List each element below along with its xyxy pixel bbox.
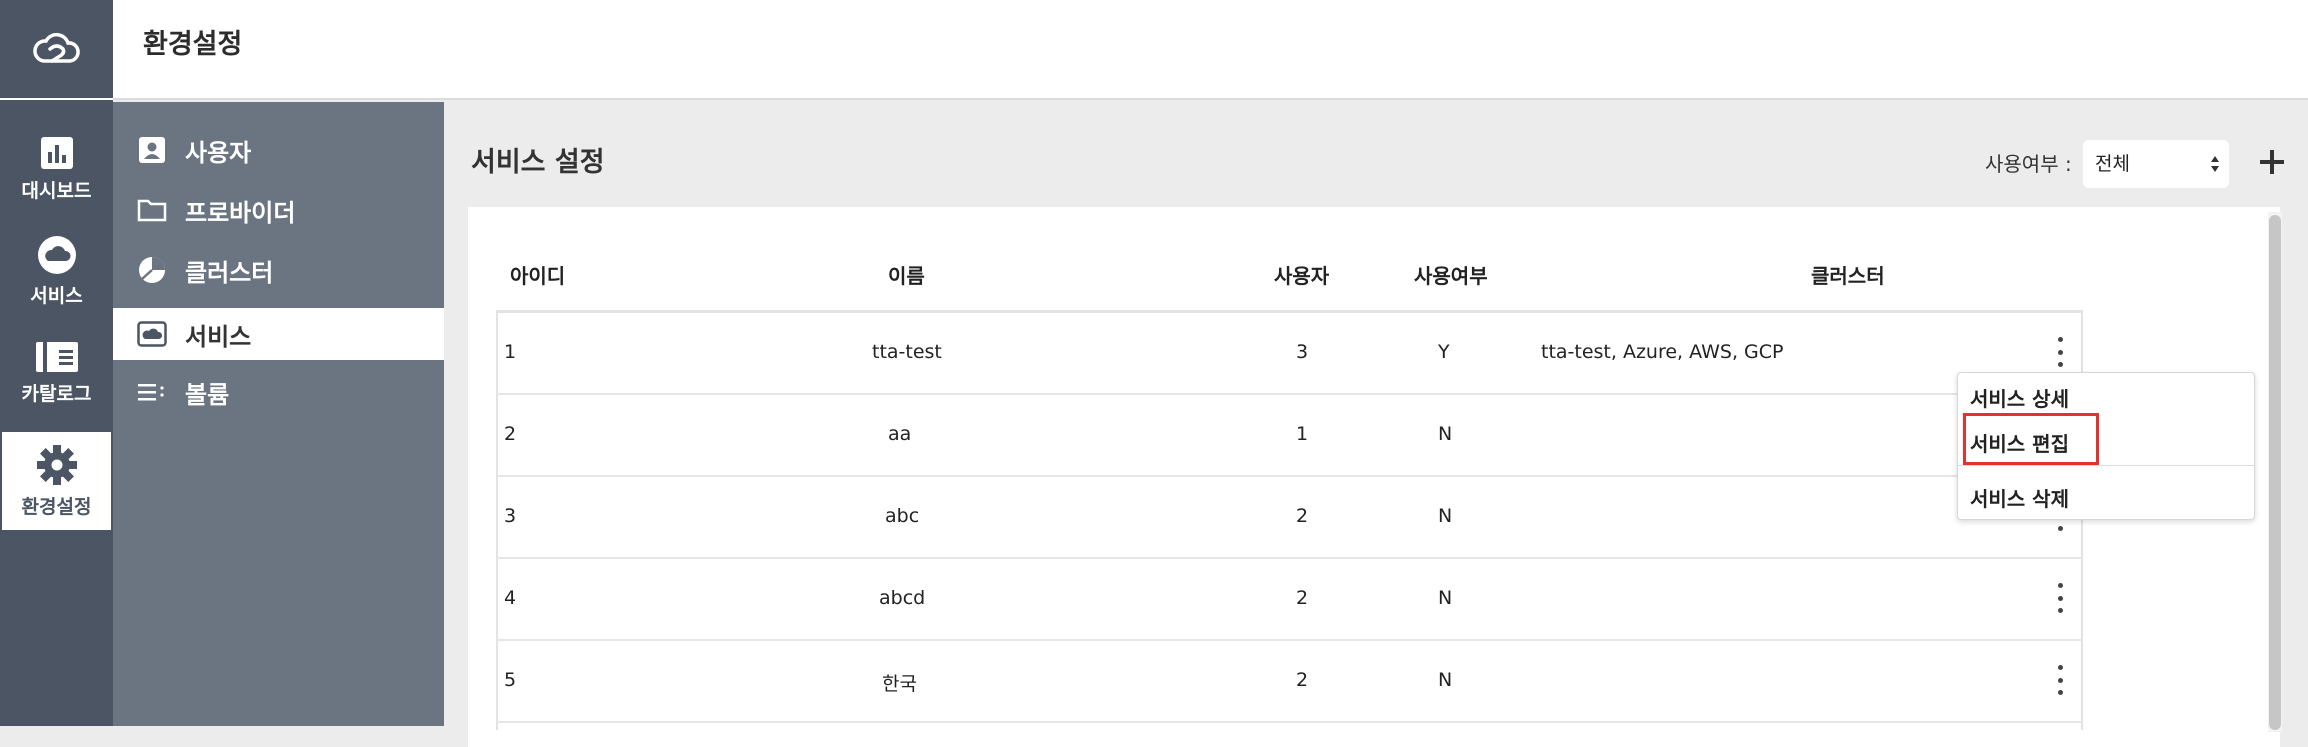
scrollbar-thumb[interactable] bbox=[2269, 215, 2281, 730]
icon-rail: 대시보드 서비스 카탈로그 환경설정 bbox=[0, 0, 113, 726]
cell-id: 5 bbox=[504, 669, 517, 691]
cell-users: 2 bbox=[1296, 587, 1309, 609]
cell-id: 3 bbox=[504, 505, 517, 527]
cloud-box-icon bbox=[137, 319, 167, 349]
cell-enabled: N bbox=[1438, 669, 1453, 691]
page-title: 서비스 설정 bbox=[471, 147, 605, 178]
column-header-cluster: 클러스터 bbox=[1811, 264, 1885, 288]
subnav-item-label: 볼륨 bbox=[185, 380, 230, 409]
subnav-item-users[interactable]: 사용자 bbox=[113, 124, 444, 176]
highlight-box bbox=[1963, 413, 2099, 465]
cell-users: 3 bbox=[1296, 341, 1309, 363]
cell-name: abc bbox=[885, 505, 920, 527]
bar-chart-icon bbox=[40, 136, 73, 169]
rail-item-service[interactable]: 서비스 bbox=[0, 222, 113, 320]
filter-label: 사용여부 : bbox=[1985, 152, 2072, 176]
subnav-item-cluster[interactable]: 클러스터 bbox=[113, 244, 444, 296]
cell-id: 4 bbox=[504, 587, 517, 609]
cell-enabled: N bbox=[1438, 587, 1453, 609]
top-header: 환경설정 bbox=[113, 0, 2308, 100]
folder-icon bbox=[137, 195, 167, 225]
subnav-item-label: 서비스 bbox=[185, 322, 252, 351]
add-service-button[interactable] bbox=[2252, 138, 2292, 186]
pie-icon bbox=[137, 255, 167, 285]
list-icon bbox=[137, 377, 167, 407]
plus-icon bbox=[2260, 150, 2284, 174]
cell-clusters: tta-test, Azure, AWS, GCP bbox=[1541, 341, 1784, 363]
cell-name: aa bbox=[888, 423, 912, 445]
menu-divider bbox=[1958, 465, 2254, 466]
column-header-users: 사용자 bbox=[1274, 264, 1330, 288]
row-more-icon[interactable] bbox=[2053, 583, 2067, 613]
filter-select-value: 전체 bbox=[2095, 153, 2130, 175]
user-icon bbox=[137, 135, 167, 165]
table-row[interactable]: 1 tta-test 3 Y tta-test, Azure, AWS, GCP bbox=[496, 313, 2083, 395]
cell-name: 한국 bbox=[882, 673, 917, 695]
rail-item-label: 서비스 bbox=[30, 284, 83, 307]
cell-name: abcd bbox=[879, 587, 926, 609]
table-row[interactable]: 3 abc 2 N bbox=[496, 477, 2083, 559]
rail-item-dashboard[interactable]: 대시보드 bbox=[0, 120, 113, 218]
rail-item-label: 카탈로그 bbox=[21, 382, 92, 405]
cell-id: 2 bbox=[504, 423, 517, 445]
subnav-item-label: 클러스터 bbox=[185, 258, 274, 287]
subnav-item-provider[interactable]: 프로바이더 bbox=[113, 184, 444, 236]
rail-item-settings[interactable]: 환경설정 bbox=[2, 432, 111, 530]
cell-users: 2 bbox=[1296, 505, 1309, 527]
rail-item-catalog[interactable]: 카탈로그 bbox=[0, 324, 113, 422]
cell-users: 1 bbox=[1296, 423, 1309, 445]
logo-cloud-icon bbox=[32, 32, 80, 63]
subnav-item-service[interactable]: 서비스 bbox=[113, 308, 444, 360]
menu-item-service-detail[interactable]: 서비스 상세 bbox=[1970, 383, 2069, 412]
menu-item-service-delete[interactable]: 서비스 삭제 bbox=[1970, 483, 2069, 512]
subnav-item-volume[interactable]: 볼륨 bbox=[113, 366, 444, 418]
usage-filter-select[interactable]: 전체 bbox=[2083, 140, 2229, 188]
book-icon bbox=[35, 341, 78, 372]
rail-item-label: 대시보드 bbox=[21, 179, 92, 202]
cell-enabled: N bbox=[1438, 423, 1453, 445]
cloud-icon bbox=[37, 235, 76, 274]
row-more-icon[interactable] bbox=[2053, 337, 2067, 367]
table-row[interactable]: 2 aa 1 N bbox=[496, 395, 2083, 477]
table-row[interactable]: 5 한국 2 N bbox=[496, 641, 2083, 723]
vertical-scrollbar[interactable] bbox=[2268, 212, 2282, 732]
cell-id: 1 bbox=[504, 341, 517, 363]
subnav-item-label: 프로바이더 bbox=[185, 198, 296, 227]
column-header-id: 아이디 bbox=[510, 264, 566, 288]
cell-name: tta-test bbox=[872, 341, 942, 363]
rail-item-label: 환경설정 bbox=[21, 495, 92, 518]
settings-subnav: 사용자 프로바이더 클러스터 서비스 볼륨 bbox=[113, 102, 444, 726]
subnav-item-label: 사용자 bbox=[185, 138, 252, 167]
select-arrows-icon bbox=[2211, 156, 2219, 172]
page-header-title: 환경설정 bbox=[143, 29, 243, 60]
cell-enabled: N bbox=[1438, 505, 1453, 527]
app-logo[interactable] bbox=[0, 0, 113, 100]
cell-enabled: Y bbox=[1438, 341, 1450, 363]
row-more-icon[interactable] bbox=[2053, 665, 2067, 695]
cell-users: 2 bbox=[1296, 669, 1309, 691]
column-header-enabled: 사용여부 bbox=[1414, 264, 1488, 288]
gear-icon bbox=[36, 444, 77, 485]
table-row[interactable]: 4 abcd 2 N bbox=[496, 559, 2083, 641]
column-header-name: 이름 bbox=[888, 264, 925, 288]
